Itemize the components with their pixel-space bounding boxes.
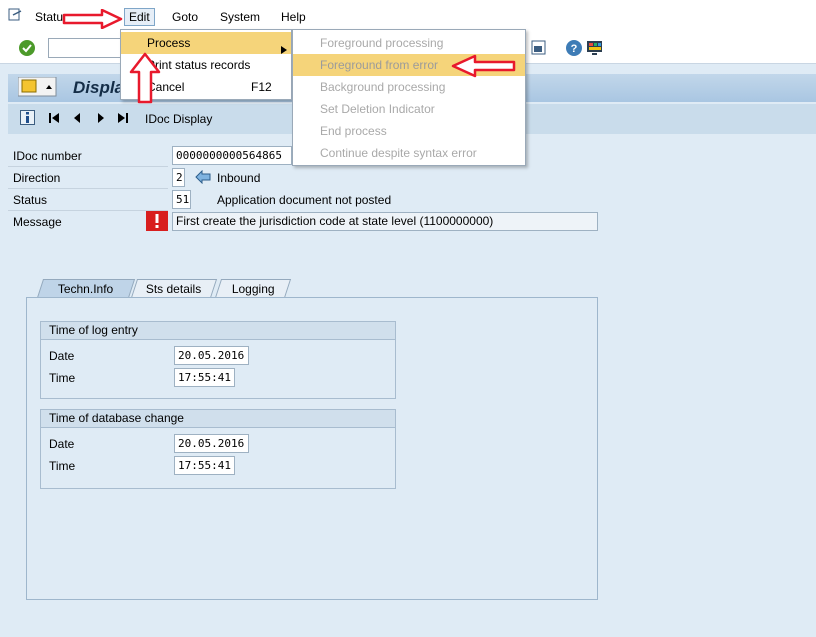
tab-sts-details[interactable]: Sts details <box>130 279 218 298</box>
svg-text:?: ? <box>571 43 578 55</box>
tab-techn-info[interactable]: Techn.Info <box>36 279 136 298</box>
menu-item-cancel-shortcut: F12 <box>251 80 272 94</box>
tab-techn-info-label: Techn.Info <box>58 282 114 296</box>
divider <box>8 166 168 167</box>
db-change-title: Time of database change <box>41 410 395 428</box>
new-session-icon[interactable] <box>531 40 547 59</box>
menu-edit[interactable]: Edit <box>124 8 155 26</box>
command-field[interactable] <box>48 38 122 58</box>
display-mode-icon[interactable] <box>17 76 58 100</box>
direction-field[interactable]: 2 <box>172 168 185 187</box>
help-icon[interactable]: ? <box>565 39 583 60</box>
idoc-display-button[interactable]: IDoc Display <box>145 112 212 126</box>
db-date-field[interactable]: 20.05.2016 <box>174 434 249 453</box>
idoc-number-label: IDoc number <box>13 149 82 163</box>
last-page-icon[interactable] <box>117 112 129 127</box>
status-text: Application document not posted <box>217 193 392 207</box>
annotation-arrow-left-icon <box>451 54 516 78</box>
divider <box>8 188 168 189</box>
first-page-icon[interactable] <box>48 112 60 127</box>
submenu-foreground-processing[interactable]: Foreground processing <box>293 32 525 54</box>
log-date-field[interactable]: 20.05.2016 <box>174 346 249 365</box>
previous-page-icon[interactable] <box>71 112 83 127</box>
message-field: First create the jurisdiction code at st… <box>172 212 598 231</box>
log-entry-group: Time of log entry Date 20.05.2016 Time 1… <box>40 321 396 399</box>
direction-text: Inbound <box>217 171 261 185</box>
customize-layout-icon[interactable] <box>586 39 604 60</box>
log-date-label: Date <box>49 349 75 363</box>
submenu-background-processing[interactable]: Background processing <box>293 76 525 98</box>
annotation-arrow-up-icon <box>129 52 161 104</box>
db-change-group: Time of database change Date 20.05.2016 … <box>40 409 396 489</box>
log-entry-title: Time of log entry <box>41 322 395 340</box>
tab-sts-details-label: Sts details <box>146 282 202 296</box>
menu-system[interactable]: System <box>220 10 260 24</box>
divider <box>8 210 168 211</box>
log-time-label: Time <box>49 371 76 385</box>
next-page-icon[interactable] <box>95 112 107 127</box>
annotation-arrow-right-icon <box>62 9 123 29</box>
db-time-field[interactable]: 17:55:41 <box>174 456 235 475</box>
menu-goto[interactable]: Goto <box>172 10 198 24</box>
process-submenu: Foreground processing Foreground from er… <box>292 29 526 166</box>
menu-exit-icon[interactable] <box>8 8 22 25</box>
submenu-end-process[interactable]: End process <box>293 120 525 142</box>
submenu-set-deletion-indicator[interactable]: Set Deletion Indicator <box>293 98 525 120</box>
enter-check-icon[interactable] <box>18 39 36 60</box>
menu-help[interactable]: Help <box>281 10 306 24</box>
log-time-field[interactable]: 17:55:41 <box>174 368 235 387</box>
inbound-arrow-icon <box>195 169 211 187</box>
status-field[interactable]: 51 <box>172 190 191 209</box>
direction-label: Direction <box>13 171 61 185</box>
menu-item-print-label: Print status records <box>147 58 251 72</box>
tab-logging-label: Logging <box>231 282 275 296</box>
menu-item-process-label: Process <box>147 36 191 50</box>
error-icon <box>146 211 168 234</box>
status-label: Status <box>13 193 48 207</box>
db-date-label: Date <box>49 437 75 451</box>
info-icon[interactable] <box>20 110 36 129</box>
menu-item-process[interactable]: Process <box>121 32 291 54</box>
db-time-label: Time <box>49 459 76 473</box>
message-label: Message <box>13 215 62 229</box>
tab-logging[interactable]: Logging <box>214 279 292 298</box>
tab-panel: Time of log entry Date 20.05.2016 Time 1… <box>26 297 598 600</box>
idoc-number-field[interactable]: 0000000000564865 <box>172 146 292 165</box>
submenu-continue-despite-syntax-error[interactable]: Continue despite syntax error <box>293 142 525 164</box>
